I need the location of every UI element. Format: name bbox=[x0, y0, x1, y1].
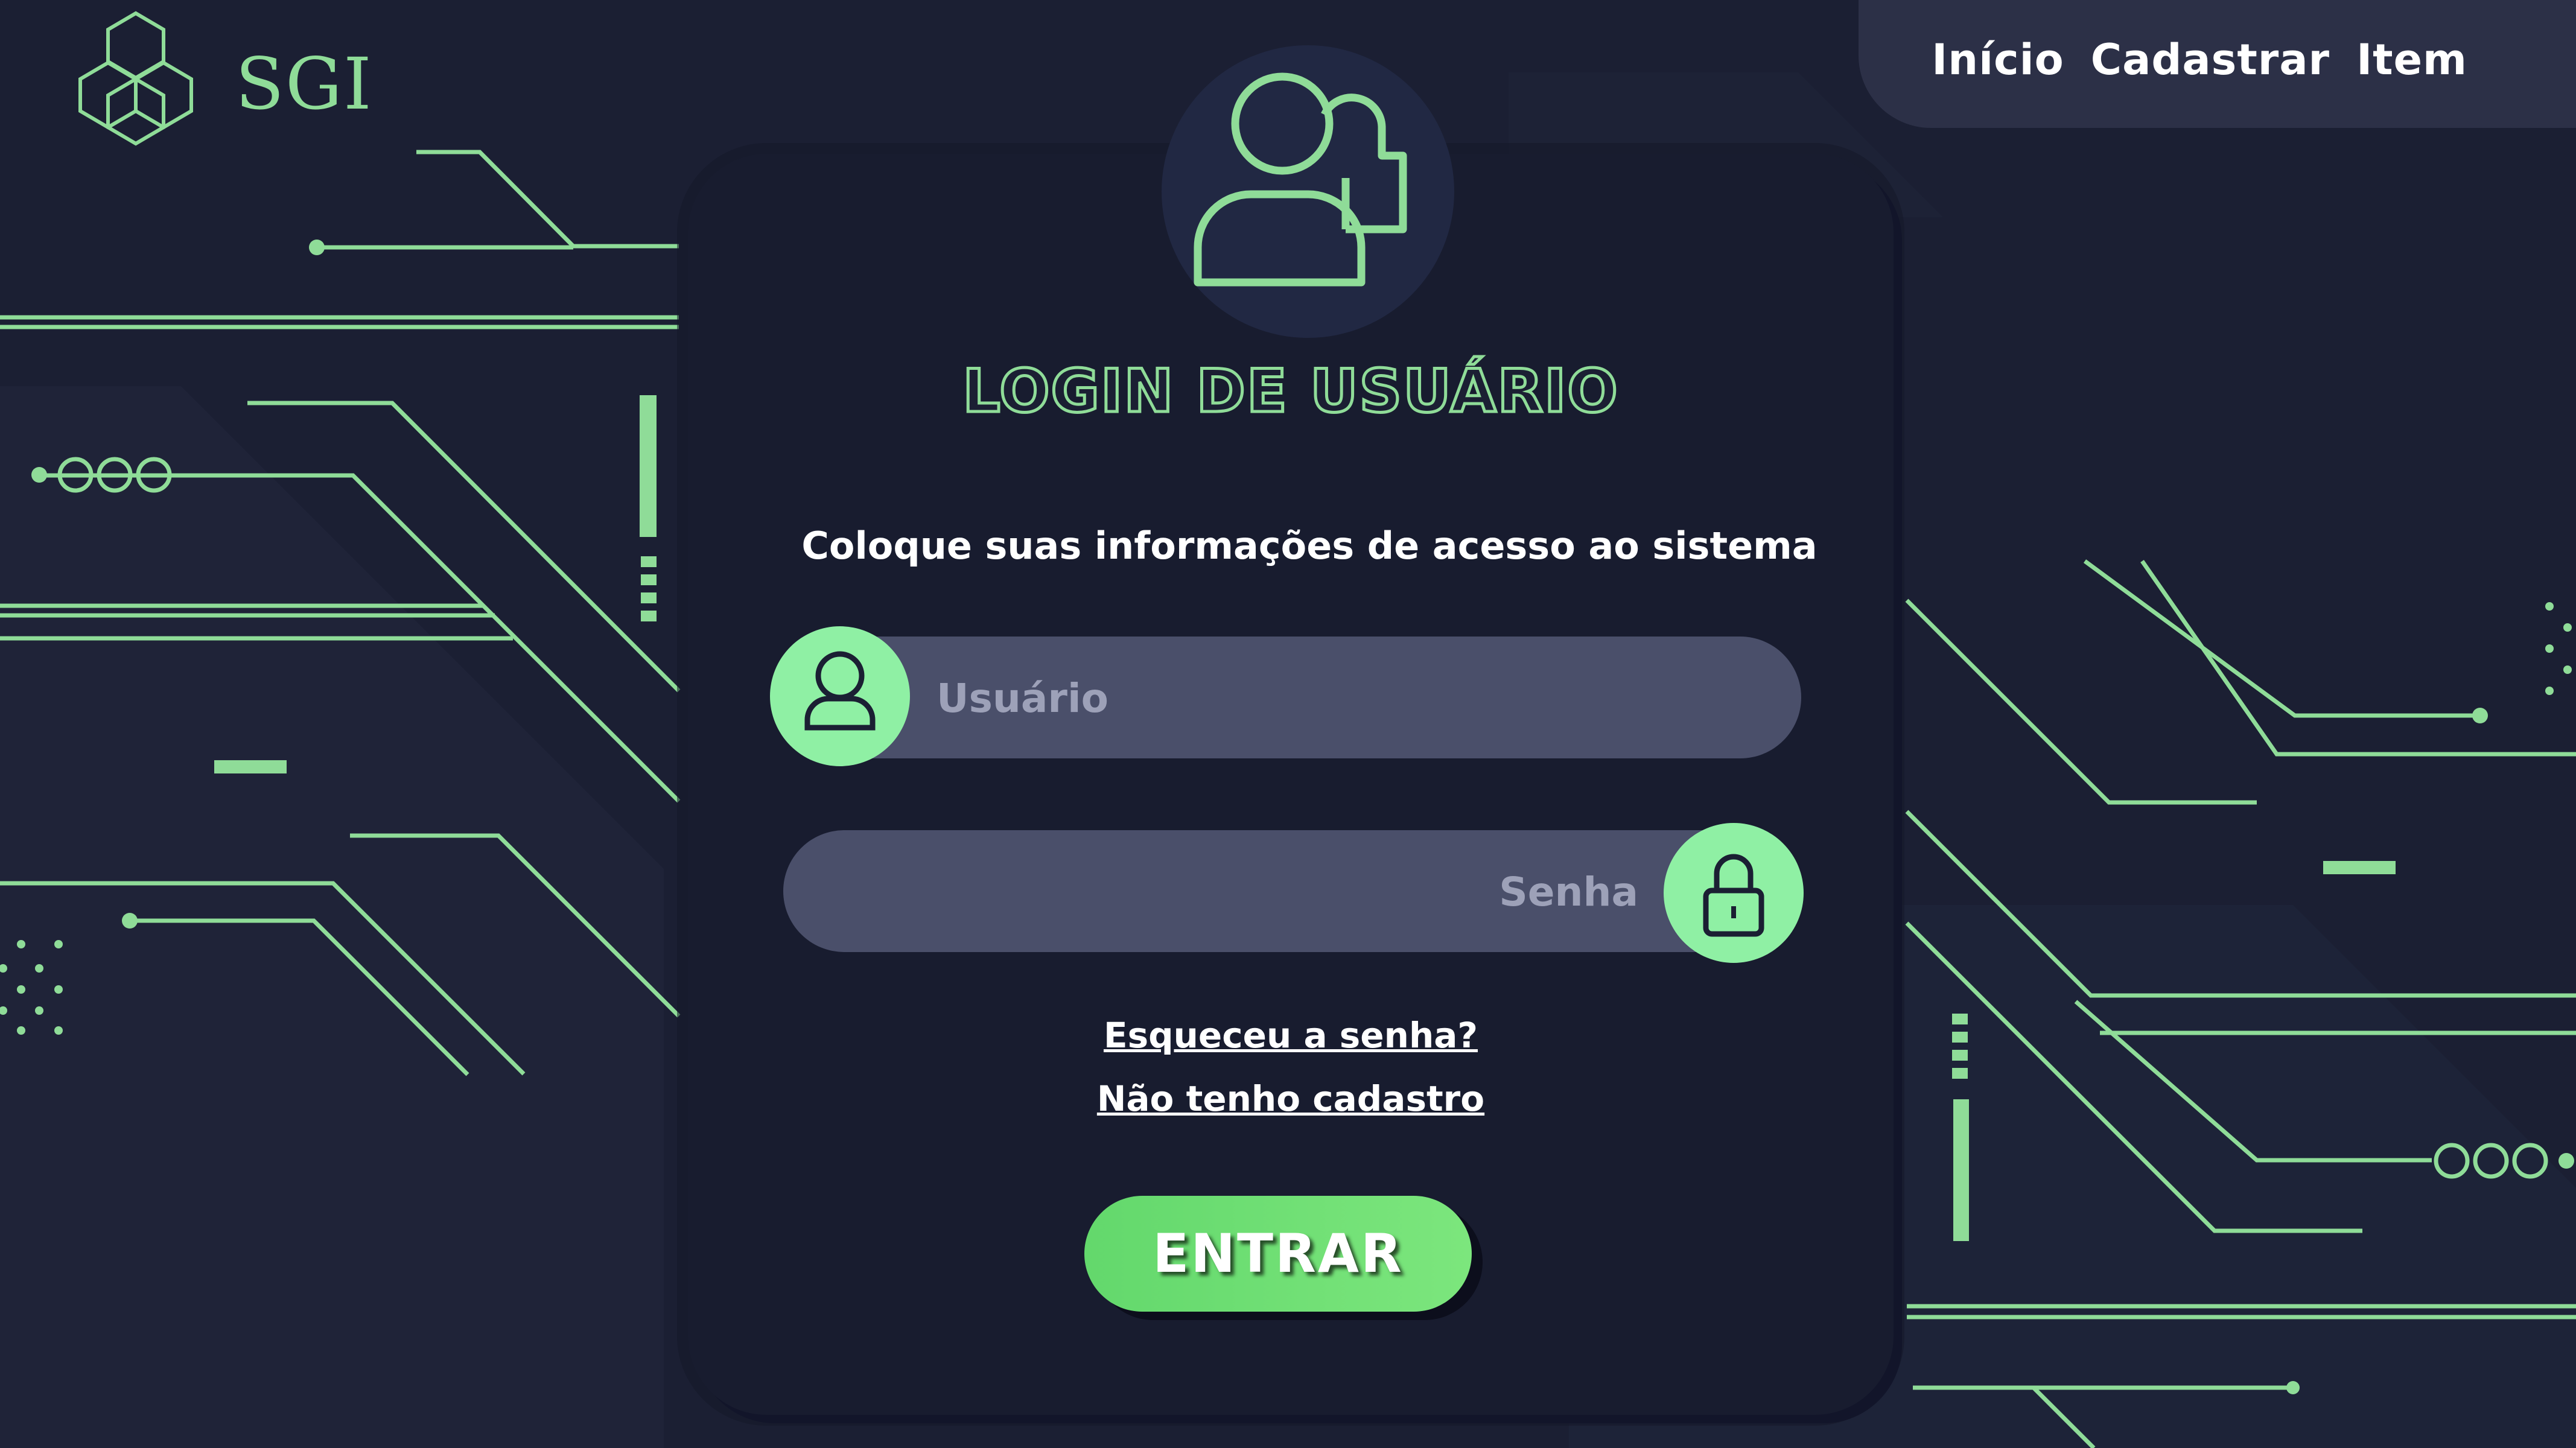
username-input[interactable] bbox=[935, 637, 1770, 760]
login-subtitle: Coloque suas informações de acesso ao si… bbox=[801, 524, 1818, 568]
lock-icon-circle bbox=[1664, 823, 1804, 963]
user-icon bbox=[804, 651, 876, 731]
password-input[interactable] bbox=[832, 830, 1639, 953]
submit-button[interactable]: ENTRAR bbox=[1084, 1196, 1472, 1312]
username-field[interactable] bbox=[797, 637, 1801, 760]
top-nav: Início Cadastrar Item bbox=[1932, 35, 2467, 84]
users-group-icon bbox=[1194, 72, 1407, 287]
hexagon-cluster-logo-icon bbox=[78, 11, 193, 146]
forgot-password-link[interactable]: Esqueceu a senha? bbox=[688, 1015, 1894, 1056]
register-link[interactable]: Não tenho cadastro bbox=[688, 1078, 1894, 1119]
nav-inicio[interactable]: Início bbox=[1932, 35, 2064, 84]
user-icon-circle bbox=[770, 626, 910, 766]
nav-cadastrar[interactable]: Cadastrar bbox=[2091, 35, 2330, 84]
page-title: LOGIN DE USUÁRIO bbox=[961, 356, 1620, 428]
lock-icon bbox=[1703, 854, 1764, 937]
brand-name: SGI bbox=[235, 42, 373, 125]
password-field[interactable] bbox=[783, 830, 1797, 953]
nav-item[interactable]: Item bbox=[2356, 35, 2467, 84]
